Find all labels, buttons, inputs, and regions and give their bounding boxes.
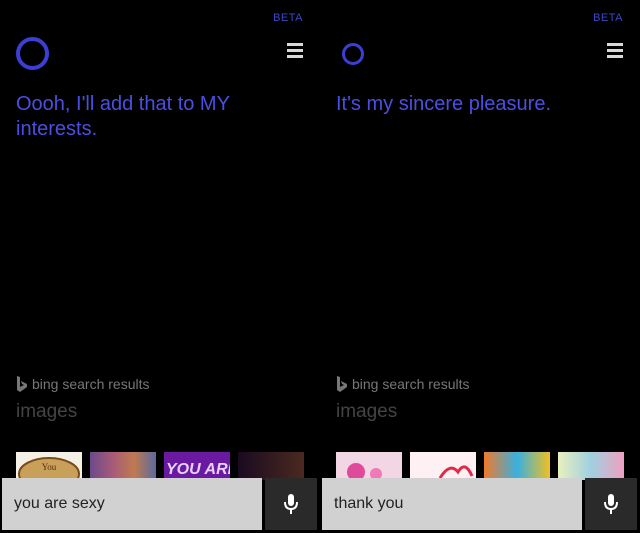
microphone-button[interactable] (265, 478, 317, 530)
image-thumbnail[interactable] (484, 452, 550, 480)
thumb-text: YOU ARE (166, 461, 230, 478)
image-thumbnail[interactable] (90, 452, 156, 480)
cortana-response: Oooh, I'll add that to MY interests. (16, 93, 230, 140)
hamburger-menu-icon[interactable] (607, 43, 623, 58)
query-input[interactable]: thank you (322, 478, 582, 530)
query-text: thank you (334, 495, 404, 512)
bing-search-results-header[interactable]: bing search results (336, 375, 470, 393)
beta-label: BETA (273, 12, 303, 24)
image-thumbnail[interactable]: YOU ARE (164, 452, 230, 480)
image-thumbnail[interactable] (558, 452, 624, 480)
cortana-circle-icon[interactable] (342, 43, 364, 65)
images-section-label: images (16, 401, 78, 422)
beta-label: BETA (593, 12, 623, 24)
microphone-icon (284, 494, 298, 514)
microphone-icon (604, 494, 618, 514)
bing-search-results-header[interactable]: bing search results (16, 375, 150, 393)
image-thumbnail[interactable] (336, 452, 402, 480)
image-thumbnail[interactable] (238, 452, 304, 480)
microphone-button[interactable] (585, 478, 637, 530)
bing-logo-icon (337, 375, 347, 392)
cortana-panel-right: BETA It's my sincere pleasure. bing sear… (320, 0, 640, 533)
bing-search-results-label: bing search results (352, 376, 470, 392)
cortana-panel-left: BETA Oooh, I'll add that to MY interests… (0, 0, 320, 533)
thumb-text: You (42, 462, 57, 472)
cortana-response: It's my sincere pleasure. (336, 93, 552, 115)
image-thumbnail[interactable] (410, 452, 476, 480)
bing-logo-icon (17, 375, 27, 392)
image-thumbnails (336, 452, 632, 480)
images-section-label: images (336, 401, 398, 422)
query-input[interactable]: you are sexy (2, 478, 262, 530)
bing-search-results-label: bing search results (32, 376, 150, 392)
image-thumbnails: You YOU ARE (16, 452, 312, 480)
cortana-circle-icon[interactable] (16, 37, 49, 70)
hamburger-menu-icon[interactable] (287, 43, 303, 58)
query-text: you are sexy (14, 495, 105, 512)
image-thumbnail[interactable]: You (16, 452, 82, 480)
